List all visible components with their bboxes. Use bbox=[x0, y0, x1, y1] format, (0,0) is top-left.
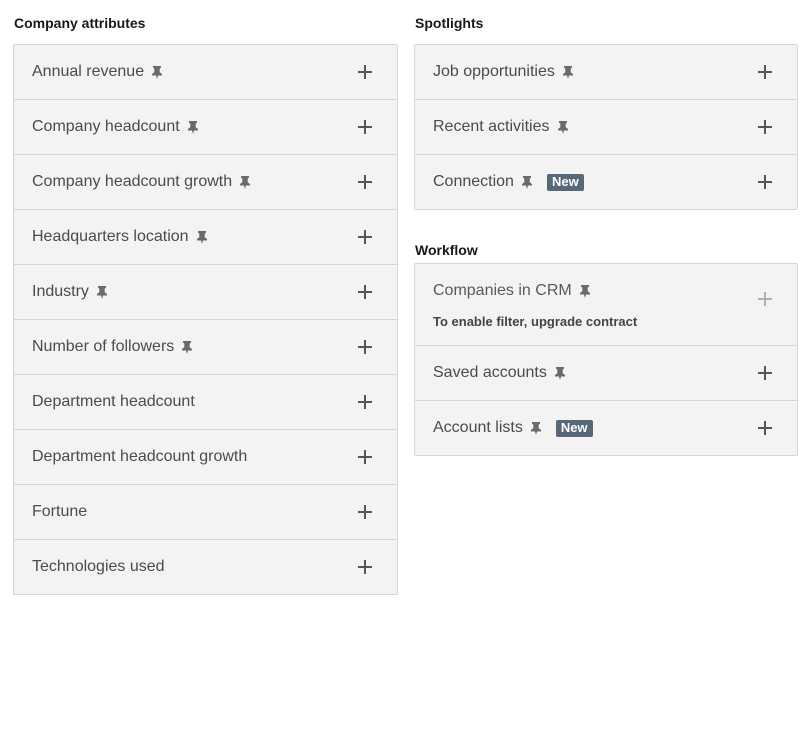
add-filter-plus-icon[interactable] bbox=[357, 284, 373, 300]
filter-row-technologies-used[interactable]: Technologies used bbox=[14, 539, 397, 594]
filter-label: Headquarters location bbox=[32, 228, 189, 245]
pin-icon[interactable] bbox=[181, 340, 193, 354]
filter-label: Industry bbox=[32, 283, 89, 300]
row-main: Job opportunities bbox=[433, 63, 574, 81]
new-badge: New bbox=[546, 173, 584, 191]
right-column: Spotlights Job opportunities Recent acti… bbox=[414, 0, 798, 456]
filter-row-connection[interactable]: Connection New bbox=[415, 154, 797, 209]
filter-row-job-opportunities[interactable]: Job opportunities bbox=[415, 45, 797, 99]
row-main: Industry bbox=[32, 283, 108, 301]
filter-label: Department headcount bbox=[32, 393, 195, 410]
add-filter-plus-icon[interactable] bbox=[357, 174, 373, 190]
filter-row-department-headcount-growth[interactable]: Department headcount growth bbox=[14, 429, 397, 484]
add-filter-plus-icon[interactable] bbox=[357, 229, 373, 245]
filter-row-company-headcount[interactable]: Company headcount bbox=[14, 99, 397, 154]
company-attributes-column: Company attributes Annual revenue Compan… bbox=[13, 0, 398, 595]
add-filter-plus-icon bbox=[757, 291, 773, 307]
filter-label: Saved accounts bbox=[433, 364, 547, 381]
add-filter-plus-icon[interactable] bbox=[357, 504, 373, 520]
row-main: Recent activities bbox=[433, 118, 569, 136]
workflow-panel: Companies in CRM To enable filter, upgra… bbox=[414, 263, 798, 456]
pin-icon[interactable] bbox=[187, 120, 199, 134]
filter-label: Companies in CRM bbox=[433, 282, 572, 299]
company-attributes-title: Company attributes bbox=[14, 15, 146, 31]
filter-label: Annual revenue bbox=[32, 63, 145, 80]
add-filter-plus-icon[interactable] bbox=[357, 394, 373, 410]
add-filter-plus-icon[interactable] bbox=[357, 559, 373, 575]
add-filter-plus-icon[interactable] bbox=[757, 174, 773, 190]
filter-row-account-lists[interactable]: Account lists New bbox=[415, 400, 797, 455]
pin-icon[interactable] bbox=[557, 120, 569, 134]
filter-row-company-headcount-growth[interactable]: Company headcount growth bbox=[14, 154, 397, 209]
spotlights-panel: Job opportunities Recent activities Conn… bbox=[414, 44, 798, 210]
filter-row-headquarters-location[interactable]: Headquarters location bbox=[14, 209, 397, 264]
row-main: Saved accounts bbox=[433, 364, 566, 382]
pin-icon[interactable] bbox=[521, 175, 533, 189]
pin-icon[interactable] bbox=[530, 421, 542, 435]
filter-row-department-headcount[interactable]: Department headcount bbox=[14, 374, 397, 429]
row-main: Number of followers bbox=[32, 338, 193, 356]
filter-label: Connection bbox=[433, 173, 514, 190]
upgrade-note: To enable filter, upgrade contract bbox=[433, 314, 638, 329]
filter-row-fortune[interactable]: Fortune bbox=[14, 484, 397, 539]
pin-icon[interactable] bbox=[96, 285, 108, 299]
add-filter-plus-icon[interactable] bbox=[757, 119, 773, 135]
new-badge: New bbox=[555, 419, 593, 437]
row-main: Department headcount growth bbox=[32, 448, 247, 466]
filter-row-saved-accounts[interactable]: Saved accounts bbox=[415, 345, 797, 400]
pin-icon[interactable] bbox=[562, 65, 574, 79]
add-filter-plus-icon[interactable] bbox=[357, 449, 373, 465]
filter-row-annual-revenue[interactable]: Annual revenue bbox=[14, 45, 397, 99]
row-main: Companies in CRM bbox=[433, 282, 591, 300]
row-main: Headquarters location bbox=[32, 228, 208, 246]
filter-row-recent-activities[interactable]: Recent activities bbox=[415, 99, 797, 154]
row-main: Fortune bbox=[32, 503, 87, 521]
filter-label: Technologies used bbox=[32, 558, 165, 575]
row-main: Connection New bbox=[433, 173, 584, 191]
add-filter-plus-icon[interactable] bbox=[357, 339, 373, 355]
filter-label: Number of followers bbox=[32, 338, 175, 355]
add-filter-plus-icon[interactable] bbox=[757, 420, 773, 436]
pin-icon[interactable] bbox=[196, 230, 208, 244]
company-attributes-panel: Annual revenue Company headcount Company… bbox=[13, 44, 398, 595]
add-filter-plus-icon[interactable] bbox=[357, 64, 373, 80]
pin-icon[interactable] bbox=[151, 65, 163, 79]
row-main: Company headcount bbox=[32, 118, 199, 136]
filter-label: Account lists bbox=[433, 419, 523, 436]
filter-row-companies-in-crm: Companies in CRM To enable filter, upgra… bbox=[415, 264, 797, 345]
workflow-title: Workflow bbox=[415, 242, 478, 258]
row-main: Technologies used bbox=[32, 558, 165, 576]
pin-icon[interactable] bbox=[554, 366, 566, 380]
filter-row-industry[interactable]: Industry bbox=[14, 264, 397, 319]
pin-icon[interactable] bbox=[579, 284, 591, 298]
filter-label: Company headcount bbox=[32, 118, 180, 135]
filter-label: Recent activities bbox=[433, 118, 550, 135]
row-main: Company headcount growth bbox=[32, 173, 251, 191]
filter-label: Department headcount growth bbox=[32, 448, 248, 465]
row-main: Department headcount bbox=[32, 393, 195, 411]
add-filter-plus-icon[interactable] bbox=[357, 119, 373, 135]
add-filter-plus-icon[interactable] bbox=[757, 365, 773, 381]
add-filter-plus-icon[interactable] bbox=[757, 64, 773, 80]
spotlights-title: Spotlights bbox=[415, 15, 484, 31]
filter-label: Fortune bbox=[32, 503, 88, 520]
row-main: Annual revenue bbox=[32, 63, 163, 81]
pin-icon[interactable] bbox=[239, 175, 251, 189]
filter-row-number-of-followers[interactable]: Number of followers bbox=[14, 319, 397, 374]
filter-label: Job opportunities bbox=[433, 63, 555, 80]
filter-label: Company headcount growth bbox=[32, 173, 233, 190]
row-main: Account lists New bbox=[433, 419, 593, 437]
